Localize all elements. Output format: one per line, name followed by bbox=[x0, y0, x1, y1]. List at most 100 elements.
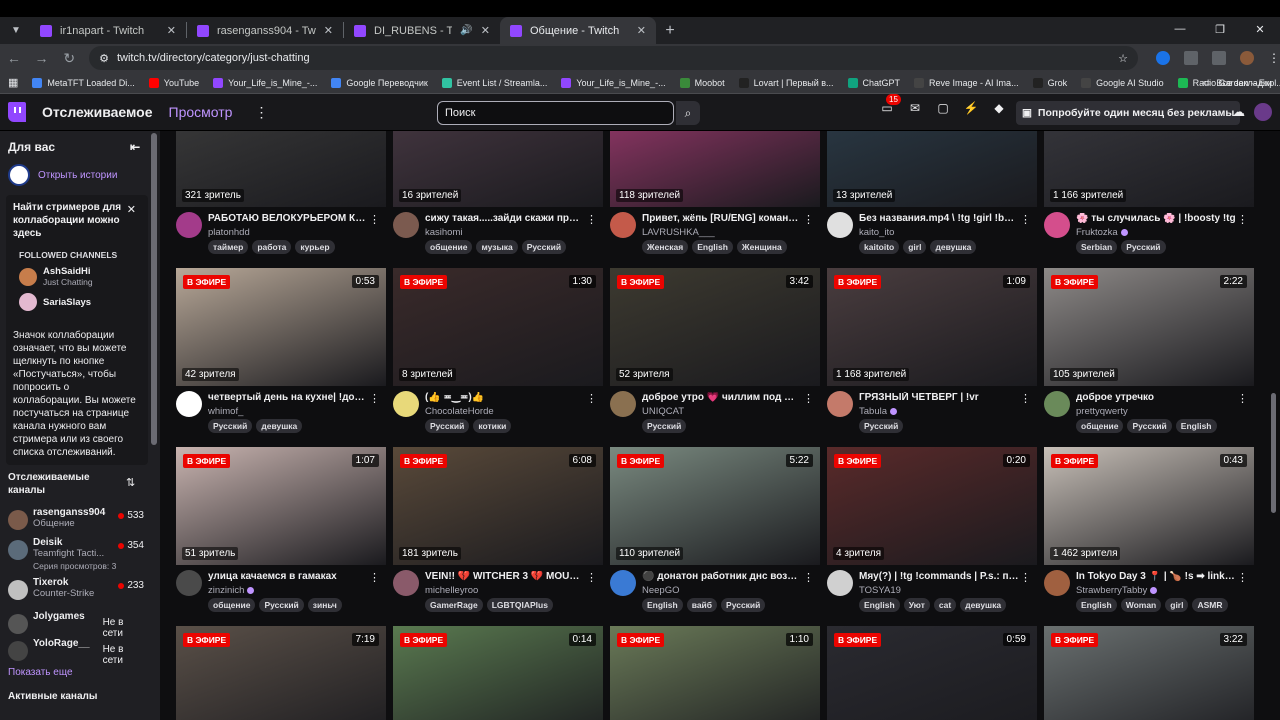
browser-tab[interactable]: DI_RUBENS - Twitch 🔊 ✕ bbox=[344, 17, 500, 44]
stream-card[interactable]: 16 зрителей сижу такая.....зайди скажи пр… bbox=[393, 131, 603, 267]
bookmark-item[interactable]: ChatGPT bbox=[847, 77, 900, 88]
tag[interactable]: Русский bbox=[208, 419, 253, 433]
channel-name[interactable]: LAVRUSHKA___ bbox=[642, 227, 715, 238]
close-tab-icon[interactable]: ✕ bbox=[324, 24, 333, 37]
close-tab-icon[interactable]: ✕ bbox=[637, 24, 646, 37]
tag[interactable]: ASMR bbox=[1192, 598, 1228, 612]
stream-thumbnail[interactable]: В ЭФИРЕ 5:22 110 зрителей bbox=[610, 447, 820, 565]
bookmark-item[interactable]: Event List / Streamla... bbox=[441, 77, 547, 88]
tag[interactable]: Русский bbox=[859, 419, 904, 433]
stream-card[interactable]: В ЭФИРЕ 3:42 52 зрителя доброе утро 💗 чилли… bbox=[610, 268, 820, 446]
stream-card[interactable]: В ЭФИРЕ 2:22 105 зрителей доброе утречко pre… bbox=[1044, 268, 1254, 446]
stream-title[interactable]: сижу такая.....зайди скажи прив... bbox=[425, 213, 585, 224]
stream-thumbnail[interactable]: 13 зрителей bbox=[827, 131, 1037, 207]
stream-thumbnail[interactable]: В ЭФИРЕ 6:08 181 зритель bbox=[393, 447, 603, 565]
more-options-icon[interactable]: ⋮ bbox=[369, 213, 380, 226]
browser-menu-icon[interactable]: ⋮ bbox=[1268, 51, 1280, 65]
tag[interactable]: English bbox=[859, 598, 900, 612]
tag[interactable]: Serbian bbox=[1076, 240, 1118, 254]
search-input[interactable]: Поиск bbox=[437, 101, 674, 125]
more-options-icon[interactable]: ⋮ bbox=[1020, 571, 1031, 584]
extensions-puzzle-icon[interactable] bbox=[1184, 51, 1198, 65]
sort-icon[interactable]: ⇅ bbox=[126, 476, 135, 489]
stream-title[interactable]: (👍 ≖‿≖)👍 bbox=[425, 392, 585, 403]
reload-icon[interactable]: ↻ bbox=[55, 50, 83, 67]
channel-name[interactable]: whimof_ bbox=[208, 406, 243, 417]
stream-thumbnail[interactable]: В ЭФИРЕ 0:14 bbox=[393, 626, 603, 720]
tag[interactable]: English bbox=[642, 598, 683, 612]
stream-card[interactable]: В ЭФИРЕ 6:08 181 зритель VEIN!! 💔 WITCHER 3… bbox=[393, 447, 603, 625]
stream-thumbnail[interactable]: 321 зритель bbox=[176, 131, 386, 207]
stream-title[interactable]: Без названия.mp4 \ !tg !girl !boos... bbox=[859, 213, 1019, 224]
stream-thumbnail[interactable]: В ЭФИРЕ 1:30 8 зрителей bbox=[393, 268, 603, 386]
channel-name[interactable]: Tabula bbox=[859, 406, 887, 417]
more-options-icon[interactable]: ⋮ bbox=[1020, 213, 1031, 226]
close-window-icon[interactable]: ✕ bbox=[1240, 17, 1280, 41]
collab-channel[interactable]: AshSaidHi Just Chatting bbox=[13, 266, 141, 287]
sidebar-channel[interactable]: rasenganss904 Общение 533 bbox=[8, 507, 144, 533]
stream-thumbnail[interactable]: В ЭФИРЕ 3:42 52 зрителя bbox=[610, 268, 820, 386]
stream-card[interactable]: В ЭФИРЕ 0:14 bbox=[393, 626, 603, 720]
tag[interactable]: Русский bbox=[1121, 240, 1166, 254]
notifications-icon[interactable]: ▭ 15 bbox=[880, 94, 901, 115]
stream-title[interactable]: VEIN!! 💔 WITCHER 3 💔 MOUSE PI... bbox=[425, 571, 585, 582]
nav-browse[interactable]: Просмотр bbox=[169, 104, 233, 120]
profile-avatar[interactable] bbox=[1240, 51, 1254, 65]
more-options-icon[interactable]: ⋮ bbox=[803, 392, 814, 405]
page-scrollbar[interactable] bbox=[1271, 393, 1276, 513]
minimize-icon[interactable]: — bbox=[1160, 17, 1200, 41]
collapse-sidebar-icon[interactable]: ⇤ bbox=[130, 140, 140, 154]
avatar[interactable] bbox=[827, 570, 853, 596]
tag[interactable]: cat bbox=[933, 598, 957, 612]
more-options-icon[interactable]: ⋮ bbox=[586, 213, 597, 226]
stream-title[interactable]: четвертый день на кухне| !донат... bbox=[208, 392, 368, 403]
stream-card[interactable]: В ЭФИРЕ 1:07 51 зритель улица качаемся в га… bbox=[176, 447, 386, 625]
tag[interactable]: девушка bbox=[256, 419, 303, 433]
tag[interactable]: девушка bbox=[960, 598, 1007, 612]
tag[interactable]: Русский bbox=[642, 419, 687, 433]
tag[interactable]: девушка bbox=[930, 240, 977, 254]
bookmark-item[interactable]: Grok bbox=[1032, 77, 1067, 88]
tag[interactable]: таймер bbox=[208, 240, 249, 254]
stream-thumbnail[interactable]: В ЭФИРЕ 1:10 bbox=[610, 626, 820, 720]
more-options-icon[interactable]: ⋮ bbox=[1237, 392, 1248, 405]
bookmark-item[interactable]: Moobot bbox=[679, 77, 725, 88]
tag[interactable]: GamerRage bbox=[425, 598, 483, 612]
avatar[interactable] bbox=[827, 212, 853, 238]
back-icon[interactable]: ← bbox=[0, 50, 28, 66]
more-options-icon[interactable]: ⋮ bbox=[1020, 392, 1031, 405]
stream-thumbnail[interactable]: В ЭФИРЕ 0:59 bbox=[827, 626, 1037, 720]
tab-search-icon[interactable]: ▼ bbox=[4, 18, 28, 42]
tag[interactable]: kaitoito bbox=[859, 240, 900, 254]
bookmark-item[interactable]: Lovart | Первый в... bbox=[738, 77, 834, 88]
stream-title[interactable]: доброе утречко bbox=[1076, 392, 1236, 403]
avatar[interactable] bbox=[827, 391, 853, 417]
stream-card[interactable]: 13 зрителей Без названия.mp4 \ !tg !girl … bbox=[827, 131, 1037, 267]
stream-card[interactable]: В ЭФИРЕ 0:43 1 462 зрителя In Tokyo Day 3 📍… bbox=[1044, 447, 1254, 625]
more-menu-icon[interactable]: ⋮ bbox=[254, 104, 268, 121]
avatar[interactable] bbox=[610, 212, 636, 238]
stream-title[interactable]: улица качаемся в гамаках bbox=[208, 571, 368, 582]
sidebar-channel[interactable]: Deisik Teamfight Tacti... 354 Серия просмот… bbox=[8, 537, 144, 571]
stream-thumbnail[interactable]: В ЭФИРЕ 1:09 1 168 зрителей bbox=[827, 268, 1037, 386]
tag[interactable]: Русский bbox=[721, 598, 766, 612]
reading-list-icon[interactable] bbox=[1212, 51, 1226, 65]
avatar[interactable] bbox=[1044, 212, 1070, 238]
channel-name[interactable]: NeepGO bbox=[642, 585, 680, 596]
bookmark-star-icon[interactable]: ☆ bbox=[1118, 52, 1128, 65]
stream-title[interactable]: Мяу(?) | !tg !commands | P.s.: пло... bbox=[859, 571, 1019, 582]
avatar[interactable] bbox=[393, 391, 419, 417]
user-avatar[interactable] bbox=[1254, 103, 1272, 121]
more-options-icon[interactable]: ⋮ bbox=[1237, 571, 1248, 584]
more-options-icon[interactable]: ⋮ bbox=[586, 392, 597, 405]
avatar[interactable] bbox=[393, 570, 419, 596]
stream-thumbnail[interactable]: В ЭФИРЕ 0:53 42 зрителя bbox=[176, 268, 386, 386]
forward-icon[interactable]: → bbox=[28, 50, 56, 66]
stream-card[interactable]: В ЭФИРЕ 1:09 1 168 зрителей ГРЯЗНЫЙ ЧЕТВЕРГ… bbox=[827, 268, 1037, 446]
channel-name[interactable]: kasihomi bbox=[425, 227, 463, 238]
bookmark-item[interactable]: YouTube bbox=[148, 77, 199, 88]
tag[interactable]: Русский bbox=[259, 598, 304, 612]
tag[interactable]: работа bbox=[252, 240, 292, 254]
stream-thumbnail[interactable]: 16 зрителей bbox=[393, 131, 603, 207]
stream-card[interactable]: В ЭФИРЕ 7:19 bbox=[176, 626, 386, 720]
